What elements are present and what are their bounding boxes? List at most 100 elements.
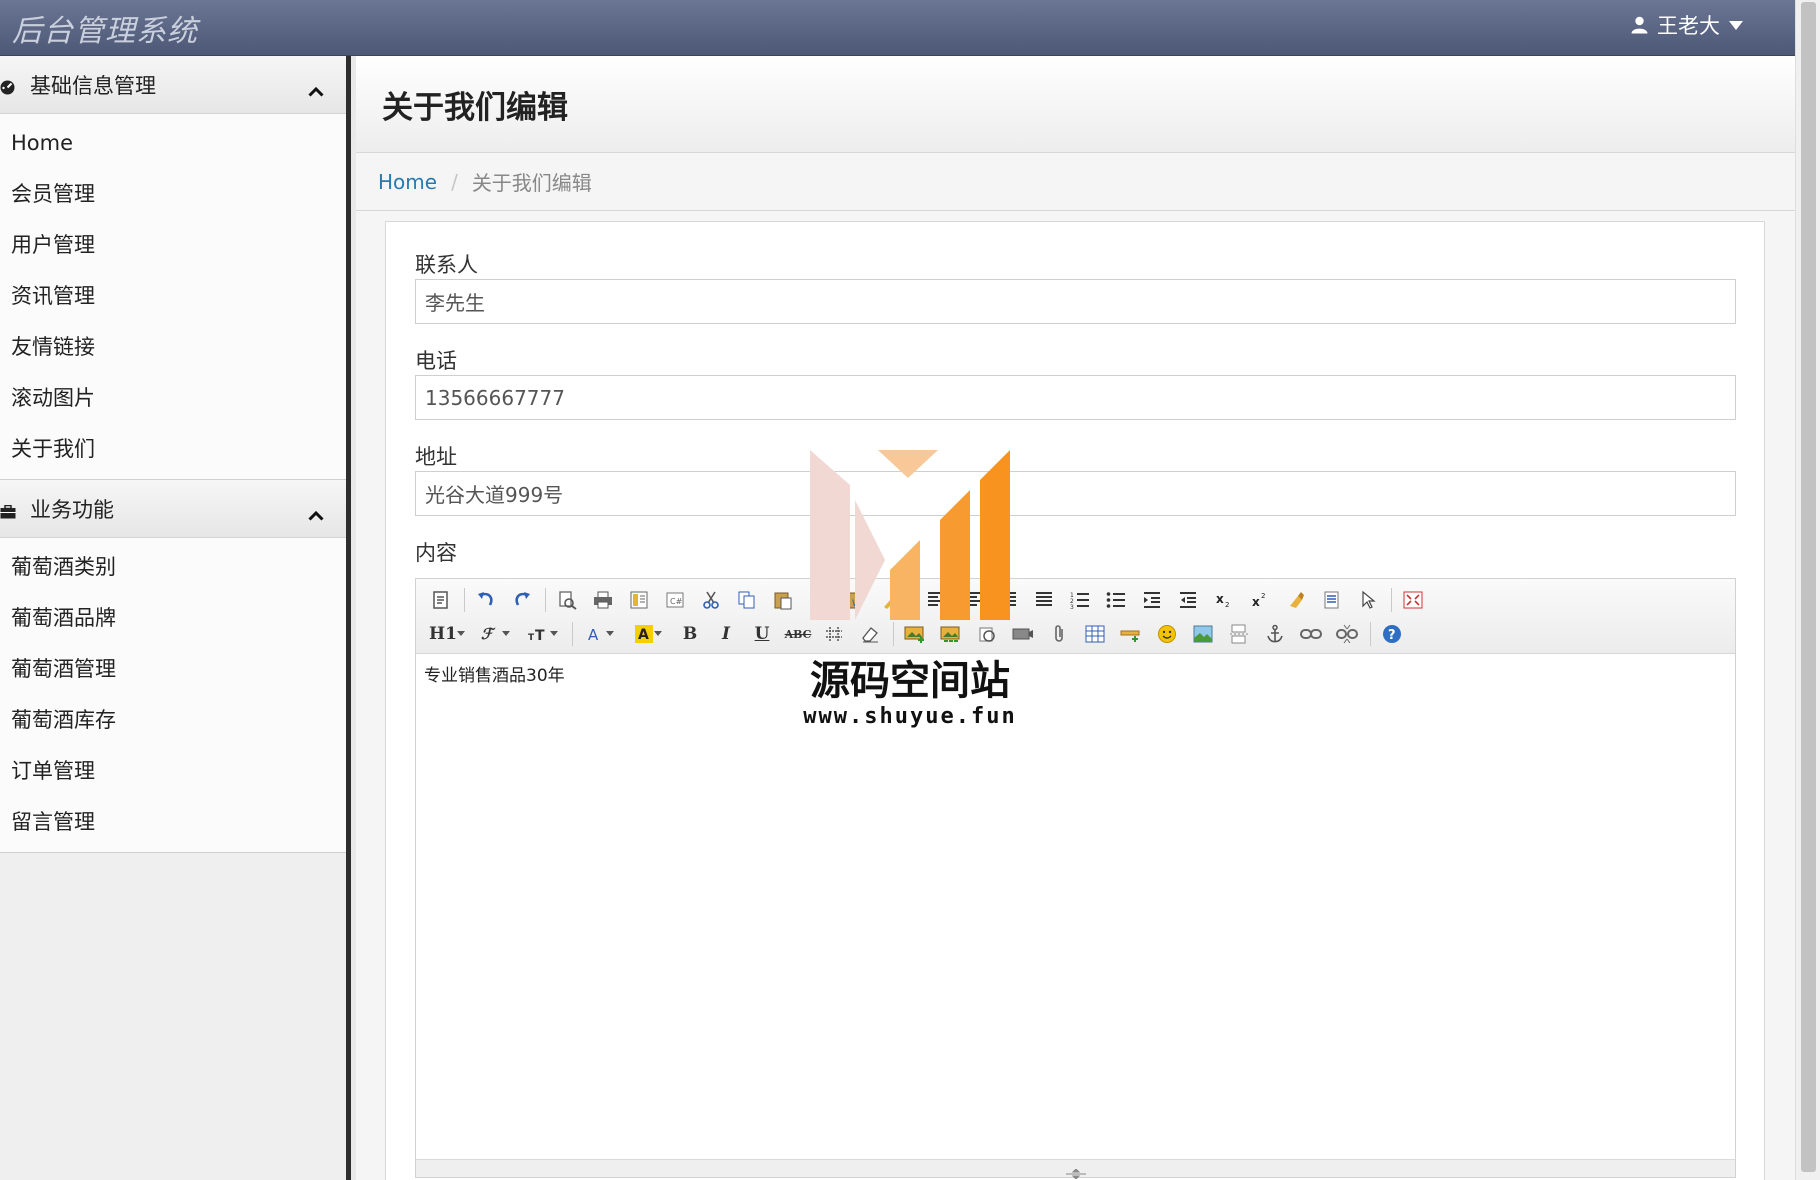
insert-image-icon[interactable] (900, 620, 930, 648)
print-icon[interactable] (588, 586, 618, 614)
chevron-up-icon[interactable] (308, 78, 324, 102)
font-color-icon[interactable]: A (579, 620, 621, 648)
address-label: 地址 (415, 445, 457, 469)
rich-text-editor: C# T W 123 x2 x2 H1 ℱ T T A A B I U ABC … (415, 578, 1736, 1180)
user-menu[interactable]: 王老大 (1631, 10, 1743, 40)
sidebar-item-about[interactable]: 关于我们 (0, 424, 346, 475)
paste-icon[interactable] (768, 586, 798, 614)
link-icon[interactable] (1296, 620, 1326, 648)
unlink-icon[interactable] (1332, 620, 1362, 648)
clear-format-icon[interactable] (1281, 586, 1311, 614)
paste-word-icon[interactable]: W (840, 586, 870, 614)
toolbar-separator (545, 588, 546, 612)
align-center-icon[interactable] (957, 586, 987, 614)
bold-button[interactable]: B (675, 620, 705, 648)
undo-icon[interactable] (471, 586, 501, 614)
flash-icon[interactable] (972, 620, 1002, 648)
map-icon[interactable] (1188, 620, 1218, 648)
strikethrough-button[interactable]: ABC (783, 620, 813, 648)
align-right-icon[interactable] (993, 586, 1023, 614)
horizontal-rule-icon[interactable] (1116, 620, 1146, 648)
outdent-icon[interactable] (1173, 586, 1203, 614)
align-justify-icon[interactable] (1029, 586, 1059, 614)
page-scrollbar[interactable] (1795, 0, 1820, 1180)
breadcrumb-home-link[interactable]: Home (378, 170, 437, 194)
sidebar: 基础信息管理 Home 会员管理 用户管理 资讯管理 友情链接 滚动图片 关于我… (0, 56, 351, 1180)
emoticons-icon[interactable] (1152, 620, 1182, 648)
svg-text:?: ? (1388, 628, 1396, 643)
sidebar-item-links[interactable]: 友情链接 (0, 322, 346, 373)
strikethrough-label: ABC (784, 627, 812, 641)
preview-icon[interactable] (552, 586, 582, 614)
multi-image-icon[interactable] (936, 620, 966, 648)
help-icon[interactable]: ? (1377, 620, 1407, 648)
underline-button[interactable]: U (747, 620, 777, 648)
sidebar-section-basic-info[interactable]: 基础信息管理 (0, 56, 346, 114)
sidebar-item-users[interactable]: 用户管理 (0, 220, 346, 271)
phone-input[interactable] (415, 375, 1736, 420)
heading-label: H1 (429, 624, 457, 644)
sidebar-item-wine-stock[interactable]: 葡萄酒库存 (0, 695, 346, 746)
indent-icon[interactable] (1137, 586, 1167, 614)
sidebar-item-orders[interactable]: 订单管理 (0, 746, 346, 797)
toolbar-separator (572, 622, 573, 646)
highlight-color-icon[interactable]: A (627, 620, 669, 648)
page-break-icon[interactable] (1224, 620, 1254, 648)
ordered-list-icon[interactable]: 123 (1065, 586, 1095, 614)
sidebar-item-news[interactable]: 资讯管理 (0, 271, 346, 322)
subscript-icon[interactable]: x2 (1209, 586, 1239, 614)
svg-text:x: x (1252, 595, 1260, 609)
sidebar-section-business[interactable]: 业务功能 (0, 480, 346, 538)
sidebar-item-members[interactable]: 会员管理 (0, 169, 346, 220)
breadcrumb-separator: / (451, 169, 458, 194)
anchor-icon[interactable] (1260, 620, 1290, 648)
editor-content[interactable]: 专业销售酒品30年 (424, 661, 565, 686)
sidebar-item-wine-category[interactable]: 葡萄酒类别 (0, 542, 346, 593)
editor-toolbar: C# T W 123 x2 x2 H1 ℱ T T A A B I U ABC … (416, 579, 1735, 654)
redo-icon[interactable] (507, 586, 537, 614)
superscript-icon[interactable]: x2 (1245, 586, 1275, 614)
code-block-icon[interactable]: C# (660, 586, 690, 614)
unordered-list-icon[interactable] (1101, 586, 1131, 614)
italic-button[interactable]: I (711, 620, 741, 648)
address-input[interactable] (415, 471, 1736, 516)
sidebar-item-wine-manage[interactable]: 葡萄酒管理 (0, 644, 346, 695)
cut-icon[interactable] (696, 586, 726, 614)
svg-text:A: A (588, 626, 599, 643)
hr-icon[interactable] (819, 620, 849, 648)
resize-grip-icon[interactable] (1064, 1164, 1088, 1180)
align-left-icon[interactable] (921, 586, 951, 614)
heading-dropdown[interactable]: H1 (426, 620, 468, 648)
fullscreen-icon[interactable] (1398, 586, 1428, 614)
template-icon[interactable] (624, 586, 654, 614)
sidebar-section-title: 业务功能 (30, 497, 114, 522)
toolbar-separator (464, 588, 465, 612)
attachment-icon[interactable] (1044, 620, 1074, 648)
breadcrumb-current: 关于我们编辑 (471, 171, 592, 195)
sidebar-menu-basic-info: Home 会员管理 用户管理 资讯管理 友情链接 滚动图片 关于我们 (0, 114, 346, 480)
sidebar-item-home[interactable]: Home (0, 118, 346, 169)
editor-resize-bar[interactable] (416, 1159, 1735, 1180)
svg-text:x: x (1216, 592, 1224, 606)
brush-icon[interactable] (876, 586, 906, 614)
sidebar-item-slides[interactable]: 滚动图片 (0, 373, 346, 424)
select-all-icon[interactable] (1317, 586, 1347, 614)
font-family-icon[interactable]: ℱ (474, 620, 516, 648)
scrollbar-thumb[interactable] (1801, 2, 1816, 1172)
svg-text:ℱ: ℱ (481, 625, 496, 643)
sidebar-item-wine-brand[interactable]: 葡萄酒品牌 (0, 593, 346, 644)
eraser-icon[interactable] (855, 620, 885, 648)
chevron-up-icon[interactable] (308, 502, 324, 526)
table-icon[interactable] (1080, 620, 1110, 648)
copy-icon[interactable] (732, 586, 762, 614)
svg-text:T: T (535, 628, 545, 643)
font-size-icon[interactable]: TT (522, 620, 564, 648)
media-icon[interactable] (1008, 620, 1038, 648)
cursor-icon[interactable] (1353, 586, 1383, 614)
source-code-icon[interactable] (426, 586, 456, 614)
sidebar-item-messages[interactable]: 留言管理 (0, 797, 346, 848)
contact-input[interactable] (415, 279, 1736, 324)
paste-text-icon[interactable]: T (804, 586, 834, 614)
user-name: 王老大 (1657, 14, 1720, 38)
brand-title[interactable]: 后台管理系统 (12, 6, 198, 50)
